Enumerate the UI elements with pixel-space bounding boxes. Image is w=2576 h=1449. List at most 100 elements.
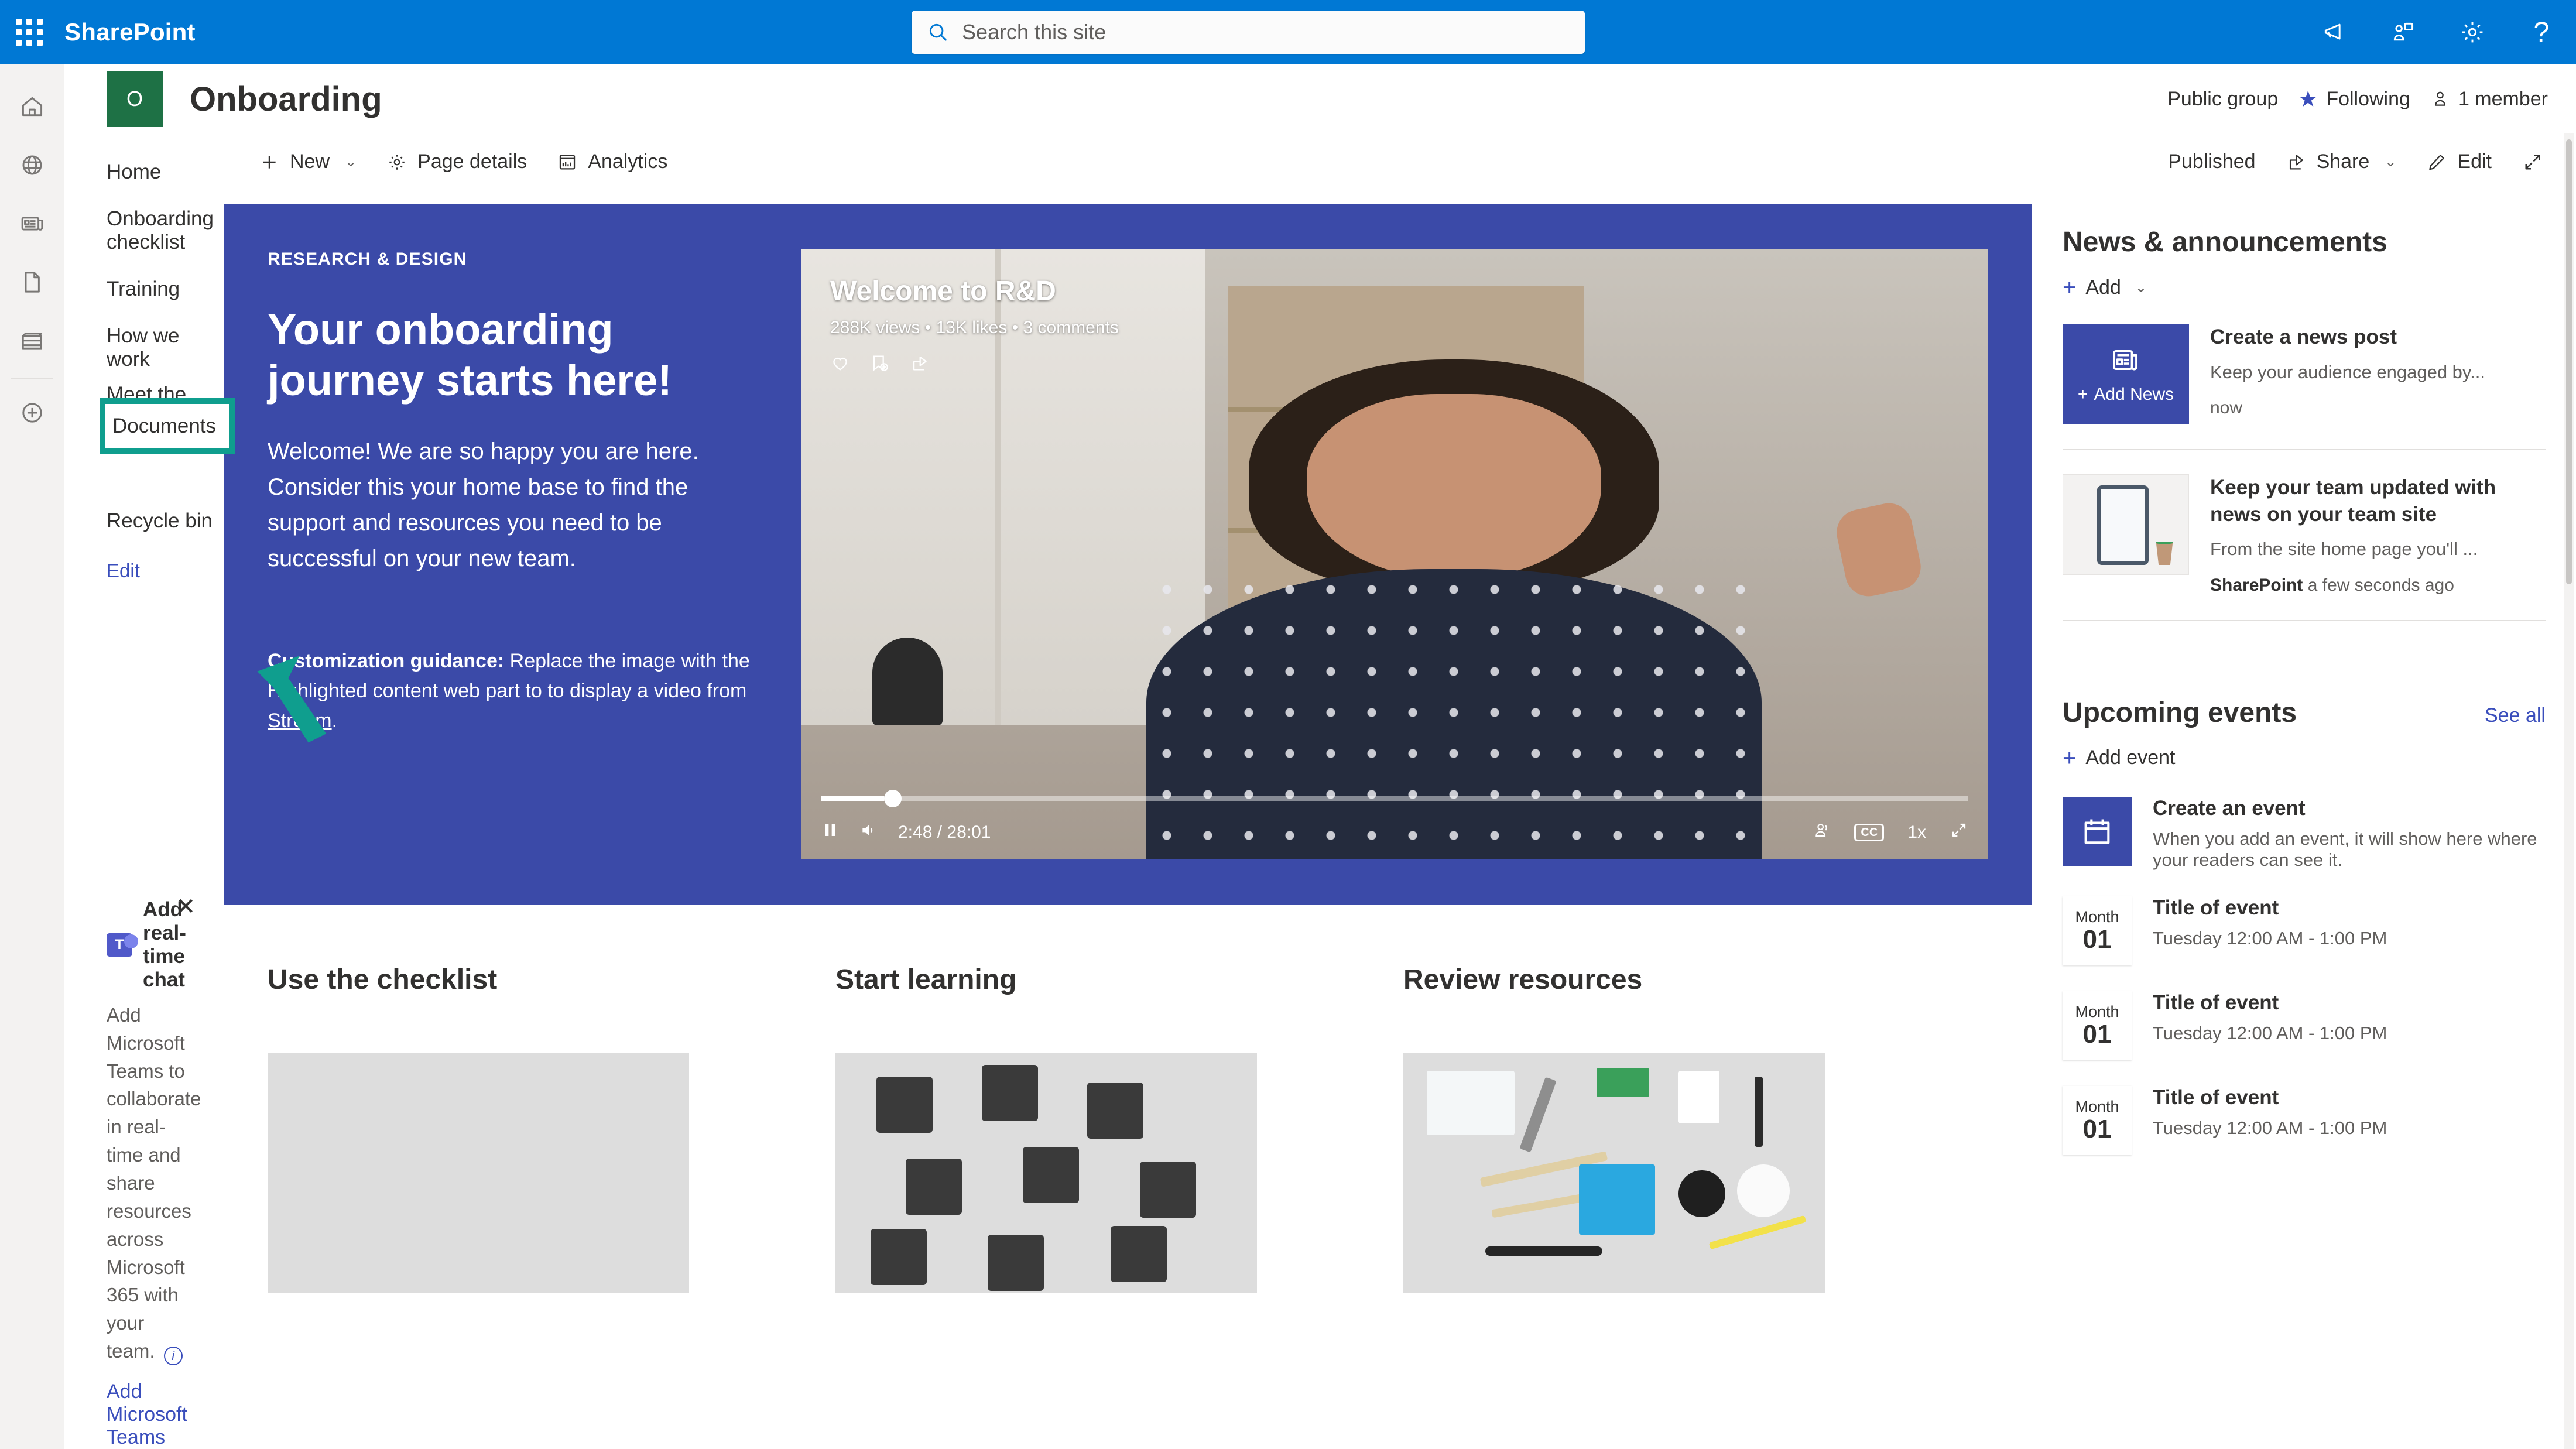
fullscreen-icon[interactable] <box>1950 821 1968 844</box>
plus-icon <box>263 155 276 169</box>
pause-icon[interactable] <box>821 821 840 844</box>
sidebar-item-onboarding-checklist[interactable]: Onboarding checklist <box>64 201 224 260</box>
event-create-heading[interactable]: Create an event <box>2153 797 2546 820</box>
page-details-label: Page details <box>417 150 527 173</box>
teams-icon: T <box>107 933 138 957</box>
news-icon[interactable] <box>0 194 64 253</box>
create-icon[interactable] <box>0 383 64 442</box>
members-button[interactable]: 1 member <box>2430 88 2548 111</box>
event-item[interactable]: Month 01 Title of event Tuesday 12:00 AM… <box>2063 896 2546 965</box>
sidebar-item-home[interactable]: Home <box>64 143 224 201</box>
home-icon[interactable] <box>0 77 64 136</box>
event-item-create: Create an event When you add an event, i… <box>2063 796 2546 871</box>
see-all-link[interactable]: See all <box>2485 704 2546 727</box>
calendar-icon[interactable] <box>2063 796 2132 866</box>
desk-supplies-photo[interactable] <box>1403 1053 1825 1293</box>
hero-banner: RESEARCH & DESIGN Your onboarding journe… <box>224 204 2032 905</box>
add-news-dropdown[interactable]: + Add ⌄ <box>2063 276 2546 299</box>
save-icon[interactable] <box>870 353 890 378</box>
event-day: 01 <box>2082 925 2112 954</box>
news-heading[interactable]: Keep your team updated with news on your… <box>2210 474 2546 527</box>
event-title[interactable]: Title of event <box>2153 896 2387 920</box>
news-text: Create a news post Keep your audience en… <box>2210 324 2546 424</box>
gear-icon[interactable] <box>2438 0 2507 64</box>
share-button[interactable]: Share ⌄ <box>2271 137 2412 187</box>
video-scrubber[interactable] <box>821 790 1968 807</box>
app-rail <box>0 64 64 1449</box>
event-date-badge: Month 01 <box>2063 991 2132 1060</box>
news-subtitle: From the site home page you'll ... <box>2210 539 2478 559</box>
event-create-text: Create an event When you add an event, i… <box>2153 797 2546 871</box>
volume-icon[interactable] <box>859 821 878 844</box>
sidebar-item-documents[interactable]: Documents <box>100 398 235 454</box>
person-icon <box>2435 91 2445 106</box>
sticky-notes-photo[interactable] <box>268 1053 689 1293</box>
video-player[interactable]: Welcome to R&D 288K views • 13K likes • … <box>801 249 1988 859</box>
right-column: News & announcements + Add ⌄ + Add News … <box>2032 191 2576 1449</box>
megaphone-icon[interactable] <box>2300 0 2369 64</box>
add-event-label: Add event <box>2085 746 2176 769</box>
divider <box>2063 619 2546 621</box>
info-icon[interactable]: i <box>163 1347 183 1365</box>
hero-title: Your onboarding journey starts here! <box>268 305 672 405</box>
content-cards: Use the checklist Start learning Review … <box>224 905 2032 1293</box>
vertical-scrollbar[interactable] <box>2564 133 2574 1449</box>
video-title: Welcome to R&D <box>830 276 1056 307</box>
sidebar-item-training[interactable]: Training <box>64 260 224 318</box>
feedback-icon[interactable] <box>2369 0 2438 64</box>
add-microsoft-teams-link[interactable]: Add Microsoft Teams <box>107 1381 189 1449</box>
following-button[interactable]: ★ Following <box>2298 86 2410 112</box>
full-screen-icon[interactable] <box>2507 137 2558 187</box>
share-label: Share <box>2316 150 2370 173</box>
following-label: Following <box>2326 87 2410 110</box>
scrollbar-thumb[interactable] <box>2566 139 2572 584</box>
event-item[interactable]: Month 01 Title of event Tuesday 12:00 AM… <box>2063 991 2546 1060</box>
like-icon[interactable] <box>830 353 850 378</box>
scrubber-handle[interactable] <box>883 790 902 807</box>
event-title[interactable]: Title of event <box>2153 991 2387 1015</box>
add-news-label: + Add News <box>2078 385 2174 405</box>
nav-label: Recycle bin <box>107 509 213 532</box>
news-heading[interactable]: Create a news post <box>2210 324 2546 351</box>
event-text: Title of event Tuesday 12:00 AM - 1:00 P… <box>2153 991 2387 1044</box>
captions-person-icon[interactable] <box>1812 821 1831 844</box>
video-control-right: CC 1x <box>1812 821 1968 844</box>
site-meta: Public group ★ Following 1 member <box>2167 86 2548 112</box>
event-month: Month <box>2075 908 2119 926</box>
add-event-button[interactable]: + Add event <box>2063 746 2546 770</box>
plus-icon: + <box>2077 385 2088 404</box>
add-news-button[interactable]: + Add News <box>2063 324 2189 424</box>
suite-actions: ? <box>2300 0 2576 64</box>
event-item[interactable]: Month 01 Title of event Tuesday 12:00 AM… <box>2063 1085 2546 1155</box>
playback-speed-button[interactable]: 1x <box>1907 823 1926 842</box>
help-icon[interactable]: ? <box>2507 0 2576 64</box>
closed-captions-icon[interactable]: CC <box>1854 824 1885 841</box>
page-title[interactable]: Onboarding <box>190 80 382 119</box>
new-button[interactable]: New ⌄ <box>244 137 372 187</box>
globe-icon[interactable] <box>0 136 64 194</box>
edit-button[interactable]: Edit <box>2411 137 2507 187</box>
search-input[interactable]: Search this site <box>962 20 1106 44</box>
analytics-button[interactable]: Analytics <box>542 137 683 187</box>
classroom-chairs-photo[interactable] <box>835 1053 1257 1293</box>
close-icon[interactable]: ✕ <box>176 893 196 920</box>
suite-brand[interactable]: SharePoint <box>64 18 196 46</box>
hero-description: Welcome! We are so happy you are here. C… <box>268 439 699 571</box>
page-icon[interactable] <box>0 253 64 311</box>
news-thumbnail[interactable] <box>2063 474 2189 575</box>
edit-navigation-link[interactable]: Edit <box>64 560 224 582</box>
sidebar-item-recycle-bin[interactable]: Recycle bin <box>64 492 224 550</box>
chevron-down-icon: ⌄ <box>2385 154 2397 170</box>
page-details-button[interactable]: Page details <box>372 137 542 187</box>
nav-label: Home <box>107 160 162 183</box>
event-create-subtitle: When you add an event, it will show here… <box>2153 828 2537 870</box>
site-logo[interactable]: O <box>107 71 163 127</box>
app-launcher-button[interactable] <box>0 0 59 64</box>
sidebar-item-how-we-work[interactable]: How we work <box>64 318 224 377</box>
search-box[interactable]: Search this site <box>912 11 1585 54</box>
share-icon[interactable] <box>910 353 930 378</box>
news-subtitle: Keep your audience engaged by... <box>2210 361 2485 382</box>
events-header: Upcoming events See all <box>2063 697 2546 729</box>
event-title[interactable]: Title of event <box>2153 1086 2387 1109</box>
lists-icon[interactable] <box>0 311 64 370</box>
